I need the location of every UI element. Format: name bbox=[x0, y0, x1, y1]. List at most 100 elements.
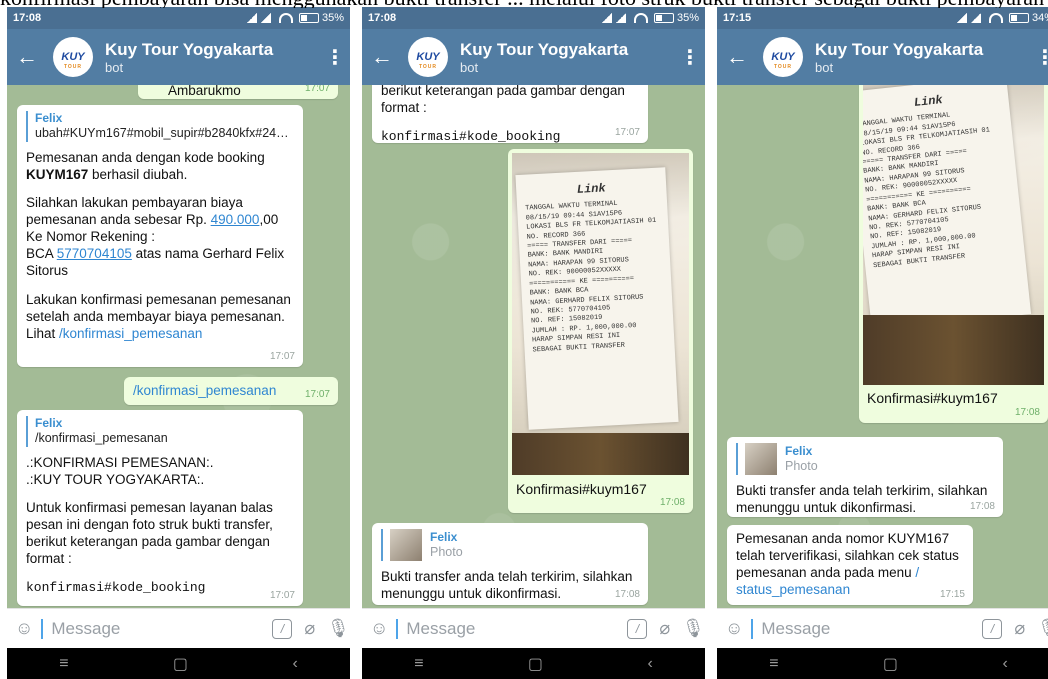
message-outgoing[interactable]: /konfirmasi_pemesanan 17:07 bbox=[124, 377, 338, 405]
message-time: 17:08 bbox=[1014, 406, 1040, 418]
phone-screen-2: 17:08 35% ← KUY TOUR Kuy Tour Yogyakarta … bbox=[362, 7, 705, 679]
more-menu-icon[interactable]: ⋮ bbox=[675, 45, 705, 70]
reply-text: ubah#KUYm167#mobil_supir#b2840kfx#24#2..… bbox=[35, 126, 294, 140]
message-time: 17:08 bbox=[614, 588, 640, 600]
reply-text: Photo bbox=[785, 458, 818, 473]
receipt-paper: Link TANGGAL WAKTU TERMINAL 08/15/19 09:… bbox=[863, 85, 1032, 331]
battery-level: 35% bbox=[676, 12, 699, 24]
chat-subtitle: bot bbox=[460, 59, 479, 75]
microphone-icon[interactable]: 🎙︎ bbox=[327, 618, 350, 640]
menu-nav-icon[interactable]: ≡ bbox=[414, 655, 423, 673]
message-list[interactable]: berikut keterangan pada gambar dengan fo… bbox=[362, 85, 705, 608]
bot-avatar[interactable]: KUY TOUR bbox=[408, 37, 448, 77]
attach-icon[interactable]: ⌀ bbox=[1014, 618, 1025, 640]
reply-text: Photo bbox=[430, 544, 463, 559]
chat-title[interactable]: Kuy Tour Yogyakarta bbox=[460, 40, 628, 60]
message-incoming[interactable]: Pemesanan anda nomor KUYM167 telah terve… bbox=[727, 525, 973, 605]
reply-quote[interactable]: Felix Photo bbox=[736, 443, 994, 475]
status-bar: 17:15 34% bbox=[717, 7, 1048, 29]
menu-nav-icon[interactable]: ≡ bbox=[769, 655, 778, 673]
battery-icon bbox=[1008, 13, 1029, 23]
photo-message-outgoing[interactable]: Link TANGGAL WAKTU TERMINAL 08/15/19 09:… bbox=[859, 85, 1048, 423]
bot-command-icon[interactable]: / bbox=[627, 618, 648, 640]
message-time: 17:07 bbox=[614, 126, 640, 138]
message-list[interactable]: Ambarukmo 17:07 Felix ubah#KUYm167#mobil… bbox=[7, 85, 350, 608]
command-link[interactable]: /konfirmasi_pemesanan bbox=[59, 326, 202, 341]
account-number-link[interactable]: 5770704105 bbox=[57, 246, 132, 261]
message-list[interactable]: Link TANGGAL WAKTU TERMINAL 08/15/19 09:… bbox=[717, 85, 1048, 608]
message-text: Ambarukmo bbox=[168, 85, 241, 98]
message-composer: ☺ / ⌀ 🎙︎ bbox=[362, 608, 705, 648]
more-menu-icon[interactable]: ⋮ bbox=[1030, 45, 1048, 70]
chat-subtitle: bot bbox=[105, 59, 124, 75]
reply-text: /konfirmasi_pemesanan bbox=[35, 431, 168, 445]
status-time: 17:15 bbox=[723, 12, 752, 24]
back-nav-icon[interactable]: ‹ bbox=[1002, 655, 1007, 673]
wifi-icon bbox=[988, 13, 1003, 23]
reply-quote[interactable]: Felix /konfirmasi_pemesanan bbox=[26, 416, 294, 447]
chat-title[interactable]: Kuy Tour Yogyakarta bbox=[105, 40, 273, 60]
signal-icon bbox=[956, 13, 983, 23]
chat-title[interactable]: Kuy Tour Yogyakarta bbox=[815, 40, 983, 60]
home-nav-icon[interactable]: ▢ bbox=[528, 654, 543, 674]
photo-background bbox=[863, 315, 1044, 385]
receipt-photo[interactable]: Link TANGGAL WAKTU TERMINAL 08/15/19 09:… bbox=[512, 153, 689, 475]
back-nav-icon[interactable]: ‹ bbox=[292, 655, 297, 673]
msg-text: Lakukan konfirmasi pemesanan pemesanan s… bbox=[26, 291, 291, 324]
photo-message-outgoing[interactable]: Link TANGGAL WAKTU TERMINAL 08/15/19 09:… bbox=[508, 149, 693, 513]
reply-quote[interactable]: Felix Photo bbox=[381, 529, 639, 561]
avatar-subtext: TOUR bbox=[418, 64, 438, 70]
attach-icon[interactable]: ⌀ bbox=[304, 618, 315, 640]
chat-header: ← KUY TOUR Kuy Tour Yogyakarta bot ⋮ bbox=[362, 29, 705, 85]
back-arrow-icon[interactable]: ← bbox=[717, 44, 757, 70]
message-incoming[interactable]: Felix Photo Bukti transfer anda telah te… bbox=[372, 523, 648, 605]
message-input[interactable] bbox=[396, 618, 628, 639]
android-nav-bar: ≡ ▢ ‹ bbox=[362, 648, 705, 679]
receipt-photo[interactable]: Link TANGGAL WAKTU TERMINAL 08/15/19 09:… bbox=[863, 85, 1044, 385]
bot-avatar[interactable]: KUY TOUR bbox=[53, 37, 93, 77]
chat-subtitle: bot bbox=[815, 59, 834, 75]
reply-quote[interactable]: Felix ubah#KUYm167#mobil_supir#b2840kfx#… bbox=[26, 111, 294, 142]
battery-level: 35% bbox=[321, 12, 344, 24]
home-nav-icon[interactable]: ▢ bbox=[883, 654, 898, 674]
msg-text: berhasil diubah. bbox=[88, 166, 188, 182]
message-input[interactable] bbox=[41, 618, 273, 639]
command-link[interactable]: /konfirmasi_pemesanan bbox=[133, 383, 276, 398]
bot-command-icon[interactable]: / bbox=[272, 618, 293, 640]
signal-icon bbox=[601, 13, 628, 23]
msg-text: berikut keterangan pada gambar dengan fo… bbox=[381, 85, 625, 115]
msg-text: Untuk konfirmasi pemesan layanan balas p… bbox=[26, 500, 273, 566]
reply-name: Felix bbox=[35, 416, 63, 430]
back-arrow-icon[interactable]: ← bbox=[362, 44, 402, 70]
booking-code: KUYM167 bbox=[26, 166, 89, 182]
microphone-icon[interactable]: 🎙︎ bbox=[1037, 618, 1048, 640]
message-incoming[interactable]: berikut keterangan pada gambar dengan fo… bbox=[372, 85, 648, 144]
amount-link[interactable]: 490.000 bbox=[211, 212, 260, 227]
avatar-text: KUY bbox=[61, 51, 85, 63]
emoji-icon[interactable]: ☺ bbox=[15, 618, 33, 640]
message-outgoing[interactable]: Ambarukmo 17:07 bbox=[138, 85, 338, 99]
android-nav-bar: ≡ ▢ ‹ bbox=[717, 648, 1048, 679]
back-nav-icon[interactable]: ‹ bbox=[647, 655, 652, 673]
more-menu-icon[interactable]: ⋮ bbox=[320, 45, 350, 70]
message-incoming[interactable]: Felix ubah#KUYm167#mobil_supir#b2840kfx#… bbox=[17, 105, 303, 367]
message-incoming[interactable]: Felix /konfirmasi_pemesanan .:KONFIRMASI… bbox=[17, 410, 303, 606]
message-incoming[interactable]: Felix Photo Bukti transfer anda telah te… bbox=[727, 437, 1003, 517]
chat-header: ← KUY TOUR Kuy Tour Yogyakarta bot ⋮ bbox=[7, 29, 350, 85]
status-bar: 17:08 35% bbox=[7, 7, 350, 29]
avatar-text: KUY bbox=[416, 51, 440, 63]
emoji-icon[interactable]: ☺ bbox=[725, 618, 743, 640]
home-nav-icon[interactable]: ▢ bbox=[173, 654, 188, 674]
menu-nav-icon[interactable]: ≡ bbox=[59, 655, 68, 673]
signal-icon bbox=[246, 13, 273, 23]
message-input[interactable] bbox=[751, 618, 983, 639]
msg-text: Lihat bbox=[26, 325, 60, 341]
back-arrow-icon[interactable]: ← bbox=[7, 44, 47, 70]
photo-caption: Konfirmasi#kuym167 bbox=[867, 390, 998, 406]
attach-icon[interactable]: ⌀ bbox=[659, 618, 670, 640]
emoji-icon[interactable]: ☺ bbox=[370, 618, 388, 640]
microphone-icon[interactable]: 🎙︎ bbox=[682, 618, 705, 640]
bot-avatar[interactable]: KUY TOUR bbox=[763, 37, 803, 77]
photo-background bbox=[512, 433, 689, 475]
bot-command-icon[interactable]: / bbox=[982, 618, 1003, 640]
